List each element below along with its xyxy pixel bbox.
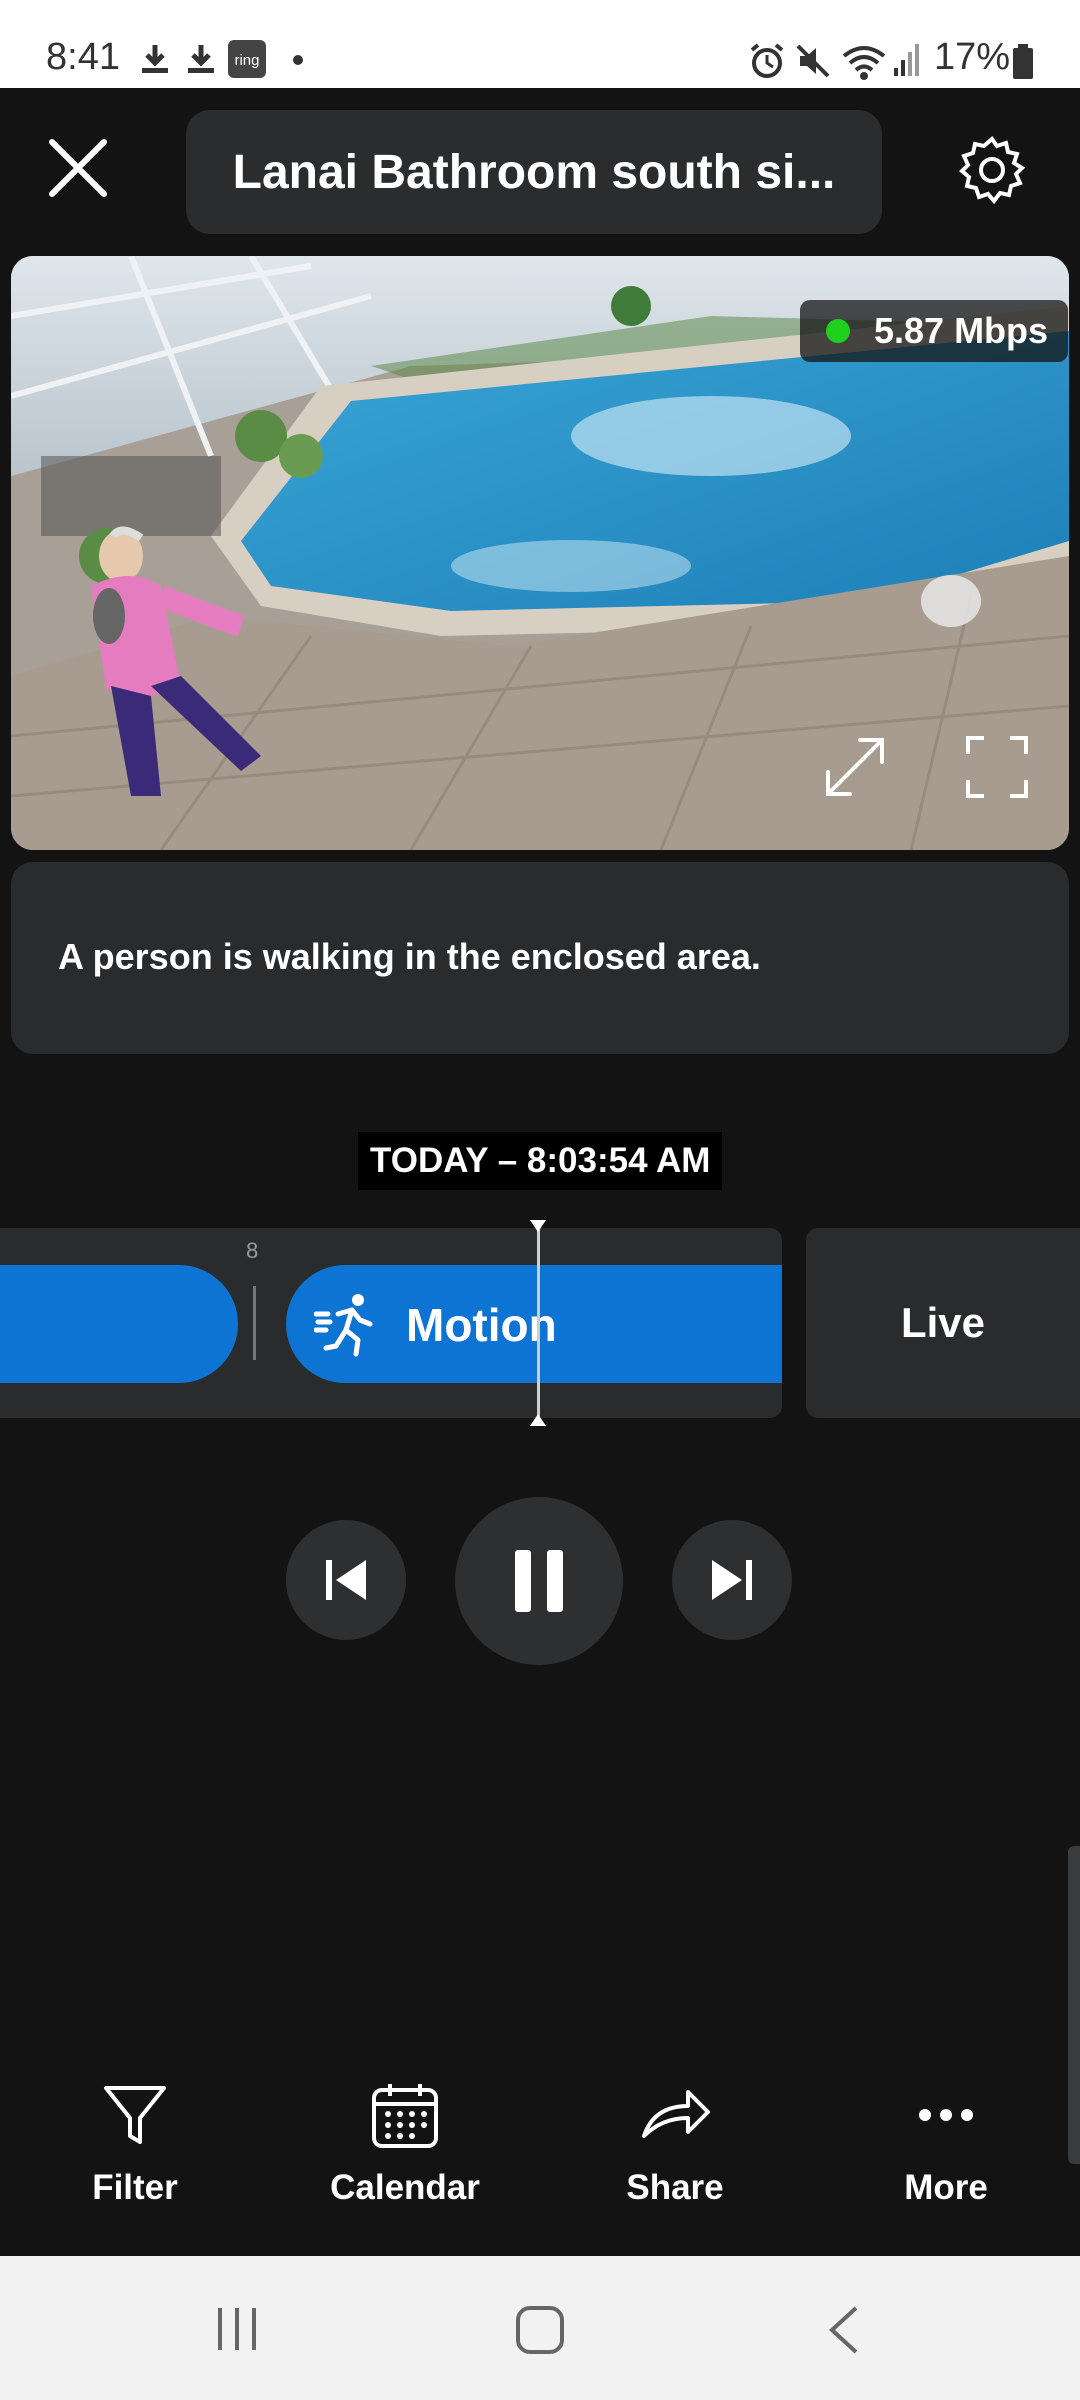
bitrate-badge: 5.87 Mbps bbox=[800, 300, 1069, 362]
calendar-label: Calendar bbox=[330, 2168, 480, 2207]
calendar-icon bbox=[372, 2084, 438, 2148]
home-icon[interactable] bbox=[514, 2304, 566, 2356]
close-icon bbox=[49, 139, 107, 197]
timeline-tick bbox=[253, 1286, 256, 1360]
scroll-handle[interactable] bbox=[1068, 1846, 1080, 2164]
filter-button[interactable]: Filter bbox=[25, 2080, 245, 2208]
running-person-icon bbox=[314, 1294, 373, 1357]
expand-icon bbox=[826, 738, 884, 796]
back-icon[interactable] bbox=[822, 2304, 866, 2356]
battery-icon bbox=[1013, 44, 1033, 79]
skip-previous-icon bbox=[326, 1560, 366, 1600]
pause-icon bbox=[515, 1550, 563, 1612]
event-timestamp: TODAY – 8:03:54 AM bbox=[358, 1132, 723, 1190]
event-description: A person is walking in the enclosed area… bbox=[58, 936, 761, 977]
status-time: 8:41 bbox=[46, 36, 120, 78]
connection-status-dot bbox=[826, 319, 850, 343]
filter-icon bbox=[104, 2086, 166, 2144]
dot-icon bbox=[293, 55, 303, 65]
previous-event-button[interactable] bbox=[286, 1520, 406, 1640]
share-label: Share bbox=[626, 2168, 724, 2207]
alarm-icon bbox=[750, 43, 784, 78]
skip-next-icon bbox=[712, 1560, 752, 1600]
playhead-top-marker bbox=[530, 1220, 546, 1232]
more-icon bbox=[919, 2109, 973, 2121]
live-button[interactable]: Live bbox=[806, 1228, 1080, 1418]
filter-label: Filter bbox=[92, 2168, 178, 2207]
playhead[interactable] bbox=[537, 1224, 540, 1424]
calendar-button[interactable]: Calendar bbox=[295, 2080, 515, 2208]
settings-button[interactable] bbox=[956, 134, 1028, 206]
download-icon bbox=[188, 45, 214, 73]
mute-icon bbox=[796, 44, 830, 78]
motion-event-label: Motion bbox=[406, 1299, 557, 1351]
fullscreen-icon bbox=[966, 736, 1028, 798]
signal-icon bbox=[894, 44, 919, 76]
download-icon bbox=[142, 45, 168, 73]
recent-apps-icon[interactable] bbox=[212, 2304, 262, 2354]
bitrate-value: 5.87 Mbps bbox=[874, 310, 1049, 351]
wifi-icon bbox=[842, 46, 886, 80]
playhead-bottom-marker bbox=[530, 1414, 546, 1426]
previous-event-segment[interactable] bbox=[0, 1265, 238, 1383]
share-icon bbox=[642, 2090, 710, 2138]
system-nav-bar bbox=[0, 2256, 1080, 2400]
close-button[interactable] bbox=[40, 130, 116, 206]
fullscreen-button[interactable] bbox=[964, 734, 1030, 800]
battery-percent: 17% bbox=[933, 36, 1010, 78]
gear-icon bbox=[959, 136, 1026, 205]
ring-app-icon: ring bbox=[228, 40, 266, 78]
more-button[interactable]: More bbox=[836, 2080, 1056, 2208]
svg-text:ring: ring bbox=[234, 52, 259, 69]
expand-button[interactable] bbox=[820, 732, 890, 802]
share-button[interactable]: Share bbox=[565, 2080, 785, 2208]
pause-button[interactable] bbox=[455, 1497, 623, 1665]
device-title[interactable]: Lanai Bathroom south si... bbox=[186, 110, 882, 234]
timeline-tick-label: 8 bbox=[246, 1238, 259, 1263]
status-bar: 8:41 ring 17% bbox=[0, 0, 1080, 88]
next-event-button[interactable] bbox=[672, 1520, 792, 1640]
more-label: More bbox=[904, 2168, 988, 2207]
